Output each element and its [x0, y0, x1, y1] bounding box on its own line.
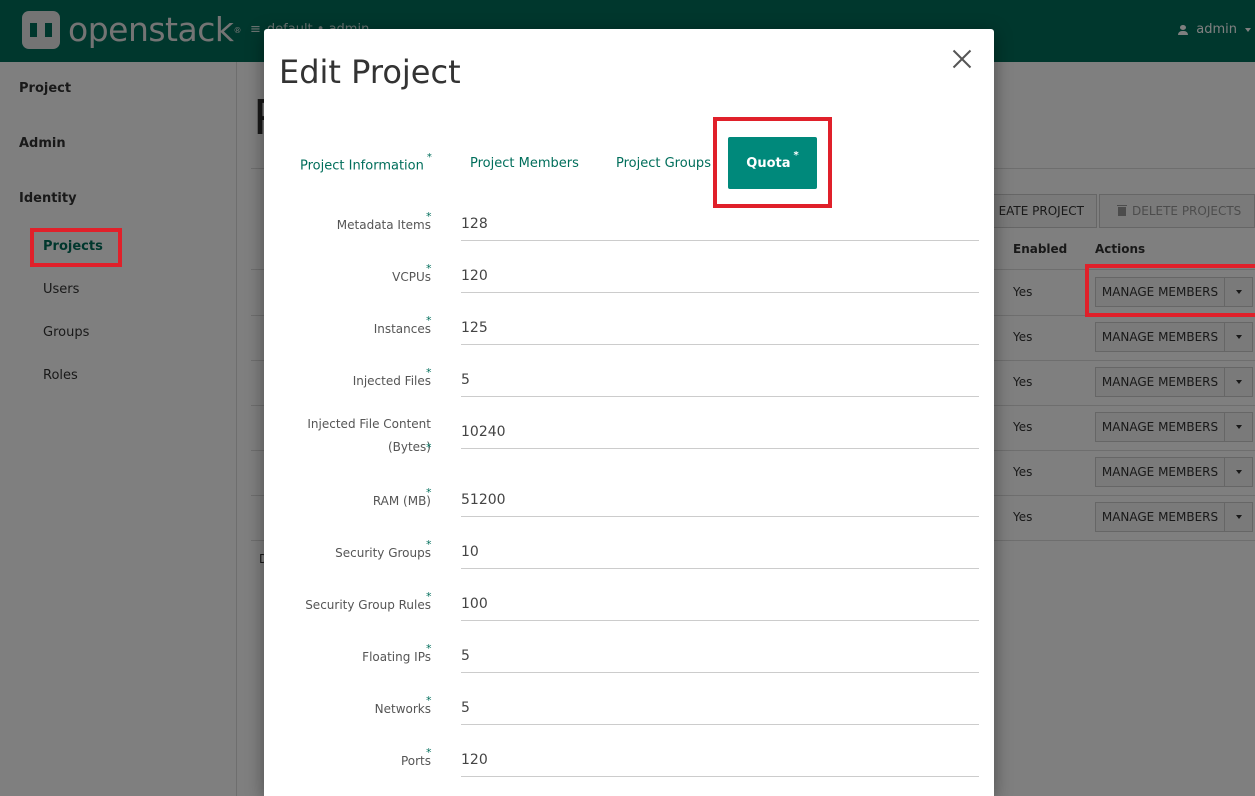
field-label: Floating IPs — [362, 650, 431, 664]
modal-title: Edit Project — [279, 53, 461, 91]
required-marker: * — [426, 642, 432, 655]
vcpus-input[interactable] — [461, 259, 979, 293]
tab-project-members[interactable]: Project Members — [470, 156, 579, 171]
field-injected-file-content: Injected File Content (Bytes) * — [264, 415, 994, 467]
floating-ips-input[interactable] — [461, 639, 979, 673]
field-networks: Networks * — [264, 691, 994, 743]
field-label: Injected File Content (Bytes) — [307, 417, 431, 454]
field-label: Security Groups — [335, 546, 431, 560]
required-marker: * — [426, 152, 432, 163]
field-label: RAM (MB) — [372, 494, 431, 508]
required-marker: * — [793, 149, 799, 161]
field-floating-ips: Floating IPs * — [264, 639, 994, 691]
networks-input[interactable] — [461, 691, 979, 725]
field-metadata-items: Metadata Items * — [264, 207, 994, 259]
field-instances: Instances * — [264, 311, 994, 363]
injected-files-input[interactable] — [461, 363, 979, 397]
required-marker: * — [426, 486, 432, 499]
field-vcpus: VCPUs * — [264, 259, 994, 311]
required-marker: * — [426, 538, 432, 551]
required-marker: * — [426, 366, 432, 379]
required-marker: * — [426, 314, 432, 327]
field-label: Metadata Items — [336, 218, 431, 232]
required-marker: * — [426, 694, 432, 707]
tab-label: Quota — [746, 155, 791, 171]
field-ram: RAM (MB) * — [264, 483, 994, 535]
required-marker: * — [426, 441, 432, 454]
edit-project-modal: Edit Project Project Information* Projec… — [264, 29, 994, 796]
field-label: Security Group Rules — [305, 598, 431, 612]
ports-input[interactable] — [461, 743, 979, 777]
security-group-rules-input[interactable] — [461, 587, 979, 621]
tab-project-information[interactable]: Project Information* — [300, 152, 432, 174]
security-groups-input[interactable] — [461, 535, 979, 569]
metadata-items-input[interactable] — [461, 207, 979, 241]
tab-label: Project Groups — [616, 156, 711, 171]
tab-label: Project Information — [300, 158, 424, 174]
tab-quota[interactable]: Quota * — [728, 137, 817, 189]
field-security-group-rules: Security Group Rules * — [264, 587, 994, 639]
injected-file-content-input[interactable] — [461, 415, 979, 449]
tab-label: Project Members — [470, 156, 579, 171]
required-marker: * — [426, 210, 432, 223]
required-marker: * — [426, 746, 432, 759]
tab-project-groups[interactable]: Project Groups — [616, 156, 711, 171]
field-label: Instances — [373, 322, 431, 336]
instances-input[interactable] — [461, 311, 979, 345]
field-label: Injected Files — [352, 374, 431, 388]
field-injected-files: Injected Files * — [264, 363, 994, 415]
field-ports: Ports * — [264, 743, 994, 795]
ram-input[interactable] — [461, 483, 979, 517]
required-marker: * — [426, 590, 432, 603]
close-icon[interactable] — [948, 45, 976, 73]
field-security-groups: Security Groups * — [264, 535, 994, 587]
field-label: Networks — [374, 702, 431, 716]
required-marker: * — [426, 262, 432, 275]
